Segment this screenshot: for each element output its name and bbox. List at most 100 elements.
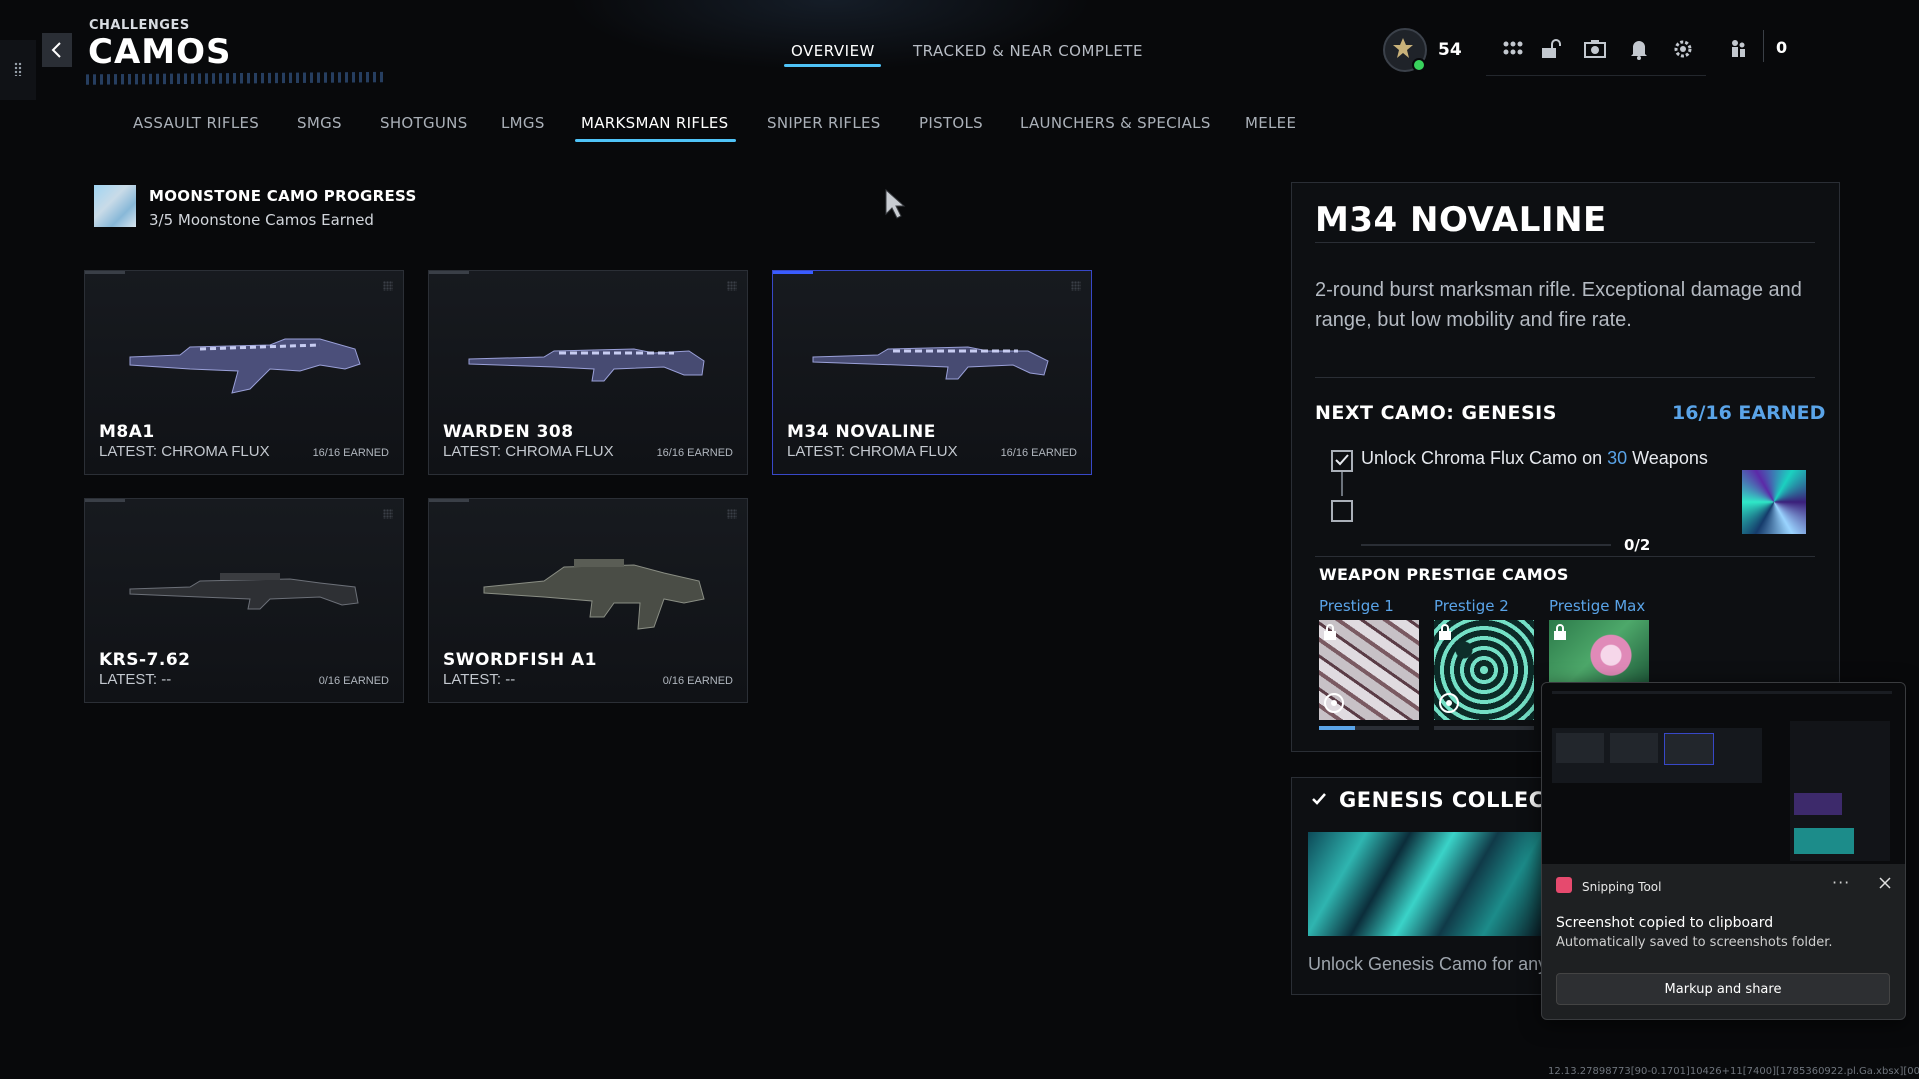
back-button[interactable] xyxy=(42,33,72,67)
card-progress-bar xyxy=(773,271,813,274)
prestige-2-progress xyxy=(1434,726,1534,730)
weapon-earned-count: 16/16 EARNED xyxy=(1000,447,1077,459)
close-icon[interactable] xyxy=(1876,874,1894,892)
tab-shotguns[interactable]: SHOTGUNS xyxy=(380,114,468,132)
detail-weapon-name: M34 NOVALINE xyxy=(1315,200,1607,240)
player-level: 54 xyxy=(1438,40,1462,60)
weapon-name: M8A1 xyxy=(99,422,155,442)
prestige-2-camo[interactable] xyxy=(1434,620,1534,720)
weapon-card-warden-308[interactable]: WARDEN 308 LATEST: CHROMA FLUX 16/16 EAR… xyxy=(428,270,748,475)
tab-assault-rifles[interactable]: ASSAULT RIFLES xyxy=(133,114,259,132)
build-version-string: 12.13.27898773[90-0.1701]10426+11[7400][… xyxy=(1548,1066,1919,1077)
weapon-latest-camo: LATEST: -- xyxy=(443,671,516,688)
online-status-dot xyxy=(1412,58,1426,72)
challenge-text-prefix: Unlock Chroma Flux Camo on xyxy=(1361,448,1608,468)
screenshot-preview[interactable] xyxy=(1542,683,1905,864)
weapon-card-m8a1[interactable]: M8A1 LATEST: CHROMA FLUX 16/16 EARNED xyxy=(84,270,404,475)
active-category-indicator xyxy=(575,139,736,142)
card-progress-bar xyxy=(85,499,125,502)
progress-fill xyxy=(1319,726,1355,730)
moonstone-progress-title: MOONSTONE CAMO PROGRESS xyxy=(149,187,417,205)
prestige-1-camo[interactable] xyxy=(1319,620,1419,720)
card-corner-icon xyxy=(1071,281,1081,291)
weapon-latest-camo: LATEST: -- xyxy=(99,671,172,688)
tab-tracked-near-complete[interactable]: TRACKED & NEAR COMPLETE xyxy=(913,42,1143,60)
divider xyxy=(1315,377,1815,378)
challenge-connector xyxy=(1341,472,1343,496)
prestige-1-label: Prestige 1 xyxy=(1319,597,1394,615)
genesis-collector-description: Unlock Genesis Camo for any We xyxy=(1308,954,1541,974)
bell-icon[interactable] xyxy=(1626,36,1652,62)
mouse-cursor-icon xyxy=(885,188,906,219)
side-drawer-handle[interactable] xyxy=(0,40,36,100)
challenge-checkbox-checked xyxy=(1331,450,1353,472)
toast-app-name: Snipping Tool xyxy=(1582,880,1662,894)
friends-icon[interactable] xyxy=(1725,36,1751,62)
weapon-latest-camo: LATEST: CHROMA FLUX xyxy=(99,443,270,460)
lock-icon xyxy=(1324,624,1336,640)
lock-icon xyxy=(1554,624,1566,640)
tab-launchers-specials[interactable]: LAUNCHERS & SPECIALS xyxy=(1020,114,1211,132)
challenge-text-suffix: Weapons xyxy=(1627,448,1708,468)
page-title: CAMOS xyxy=(88,32,232,72)
tab-marksman-rifles[interactable]: MARKSMAN RIFLES xyxy=(581,114,729,132)
marksman-rifle-icon xyxy=(129,573,359,610)
gear-icon[interactable] xyxy=(1670,36,1696,62)
prestige-camos-title: WEAPON PRESTIGE CAMOS xyxy=(1319,565,1569,584)
tab-sniper-rifles[interactable]: SNIPER RIFLES xyxy=(767,114,881,132)
prestige-emblem-icon xyxy=(1324,693,1344,713)
toast-message: Screenshot copied to clipboard xyxy=(1556,915,1774,931)
active-tab-indicator xyxy=(784,64,881,67)
snipping-tool-notification[interactable]: Snipping Tool ··· Screenshot copied to c… xyxy=(1541,682,1906,1020)
card-progress-bar xyxy=(429,271,469,274)
toast-detail: Automatically saved to screenshots folde… xyxy=(1556,935,1833,950)
card-corner-icon xyxy=(727,281,737,291)
tab-smgs[interactable]: SMGS xyxy=(297,114,342,132)
prestige-emblem-icon xyxy=(1439,693,1459,713)
challenge-checkbox-unchecked xyxy=(1331,500,1353,522)
weapon-earned-count: 16/16 EARNED xyxy=(312,447,389,459)
bullpup-rifle-icon xyxy=(483,559,705,630)
header-divider xyxy=(1486,75,1706,76)
weapon-name: WARDEN 308 xyxy=(443,422,574,442)
prestige-2-label: Prestige 2 xyxy=(1434,597,1509,615)
tab-overview[interactable]: OVERVIEW xyxy=(791,42,875,60)
header-separator xyxy=(1763,30,1764,62)
grid-icon[interactable] xyxy=(1500,36,1526,62)
weapon-latest-camo: LATEST: CHROMA FLUX xyxy=(787,443,958,460)
tab-pistols[interactable]: PISTOLS xyxy=(919,114,983,132)
weapon-card-m34-novaline[interactable]: M34 NOVALINE LATEST: CHROMA FLUX 16/16 E… xyxy=(772,270,1092,475)
card-corner-icon xyxy=(383,509,393,519)
check-icon xyxy=(1335,454,1349,466)
snipping-tool-icon xyxy=(1556,877,1572,893)
breadcrumb: CHALLENGES xyxy=(89,18,190,33)
marksman-rifle-icon xyxy=(468,348,705,382)
checkmark-icon xyxy=(1312,793,1326,805)
lock-icon xyxy=(1439,624,1451,640)
camera-icon[interactable] xyxy=(1582,36,1608,62)
moonstone-progress-subtitle: 3/5 Moonstone Camos Earned xyxy=(149,211,374,229)
divider xyxy=(1315,242,1815,243)
weapon-latest-camo: LATEST: CHROMA FLUX xyxy=(443,443,614,460)
weapon-card-swordfish-a1[interactable]: SWORDFISH A1 LATEST: -- 0/16 EARNED xyxy=(428,498,748,703)
prestige-max-camo[interactable] xyxy=(1549,620,1649,684)
more-options-button[interactable]: ··· xyxy=(1832,873,1850,892)
weapon-earned-count: 0/16 EARNED xyxy=(662,675,733,687)
weapon-earned-count: 0/16 EARNED xyxy=(318,675,389,687)
challenge-count: 30 xyxy=(1607,448,1628,468)
divider xyxy=(1315,556,1815,557)
weapon-earned-count: 16/16 EARNED xyxy=(656,447,733,459)
weapon-card-krs-762[interactable]: KRS-7.62 LATEST: -- 0/16 EARNED xyxy=(84,498,404,703)
card-progress-bar xyxy=(429,499,469,502)
card-progress-bar xyxy=(85,271,125,274)
tab-lmgs[interactable]: LMGS xyxy=(501,114,545,132)
weapon-name: M34 NOVALINE xyxy=(787,422,936,442)
tab-melee[interactable]: MELEE xyxy=(1245,114,1296,132)
genesis-collector-image xyxy=(1308,832,1541,936)
card-corner-icon xyxy=(383,281,393,291)
unlock-icon[interactable] xyxy=(1538,36,1564,62)
drag-dots-icon xyxy=(14,62,22,76)
markup-and-share-button[interactable]: Markup and share xyxy=(1556,973,1890,1005)
rank-star-icon xyxy=(1393,38,1413,58)
genesis-camo-thumbnail[interactable] xyxy=(1742,470,1806,534)
